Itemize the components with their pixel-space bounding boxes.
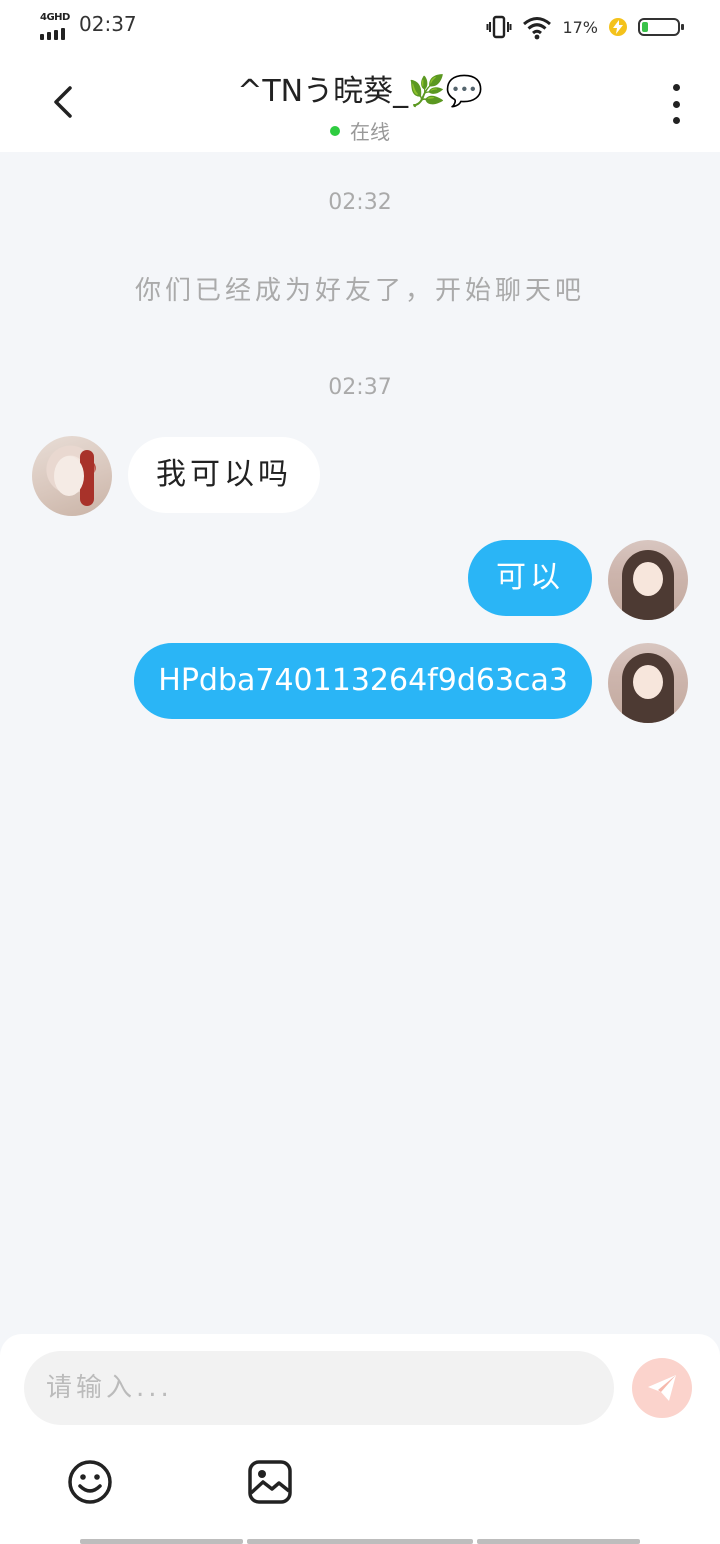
online-dot xyxy=(330,125,340,136)
battery-fill xyxy=(642,22,648,32)
status-icons: 17% xyxy=(486,12,684,42)
emoji-button[interactable] xyxy=(66,1458,114,1506)
nav-bar-segment xyxy=(477,1539,640,1544)
battery-icon xyxy=(638,18,684,36)
message-input[interactable] xyxy=(24,1351,614,1425)
nav-bar-segment xyxy=(247,1539,473,1544)
system-message: 你们已经成为好友了，开始聊天吧 xyxy=(134,276,585,306)
image-icon xyxy=(248,1460,292,1504)
network-label: 4GHD xyxy=(40,12,70,23)
my-avatar[interactable] xyxy=(608,643,688,723)
more-vertical-icon xyxy=(672,84,680,91)
outgoing-message-bubble[interactable]: 可以 xyxy=(468,540,592,616)
image-button[interactable] xyxy=(246,1458,294,1506)
nav-bar-segment xyxy=(80,1539,243,1544)
status-bar: 4GHD 02:37 17% xyxy=(0,0,720,52)
composer xyxy=(0,1334,720,1544)
wifi-icon xyxy=(523,17,552,40)
chevron-left-icon xyxy=(54,86,72,118)
chat-header: ^TNう晥葵_🌿💬 在线 xyxy=(0,52,720,152)
network-indicator: 4GHD xyxy=(40,12,72,40)
send-icon xyxy=(648,1375,676,1401)
contact-avatar[interactable] xyxy=(32,436,112,516)
emoji-icon xyxy=(68,1460,112,1504)
outgoing-message-bubble[interactable]: HPdba740113264f9d63ca3 xyxy=(134,643,592,719)
vibrate-icon xyxy=(486,15,512,39)
timestamp: 02:32 xyxy=(328,190,392,215)
charging-icon xyxy=(609,18,627,36)
status-time: 02:37 xyxy=(79,12,137,36)
timestamp: 02:37 xyxy=(328,375,392,400)
incoming-message-bubble[interactable]: 我可以吗 xyxy=(128,437,320,513)
contact-info[interactable]: ^TNう晥葵_🌿💬 在线 xyxy=(140,66,580,145)
signal-icon xyxy=(40,28,65,40)
battery-percent: 17% xyxy=(562,17,598,37)
my-avatar[interactable] xyxy=(608,540,688,620)
more-options-button[interactable] xyxy=(662,84,690,124)
online-status: 在线 xyxy=(140,116,580,145)
online-status-label: 在线 xyxy=(350,120,390,144)
contact-name: ^TNう晥葵_🌿💬 xyxy=(237,74,483,109)
back-button[interactable] xyxy=(42,80,86,124)
send-button[interactable] xyxy=(632,1358,692,1418)
